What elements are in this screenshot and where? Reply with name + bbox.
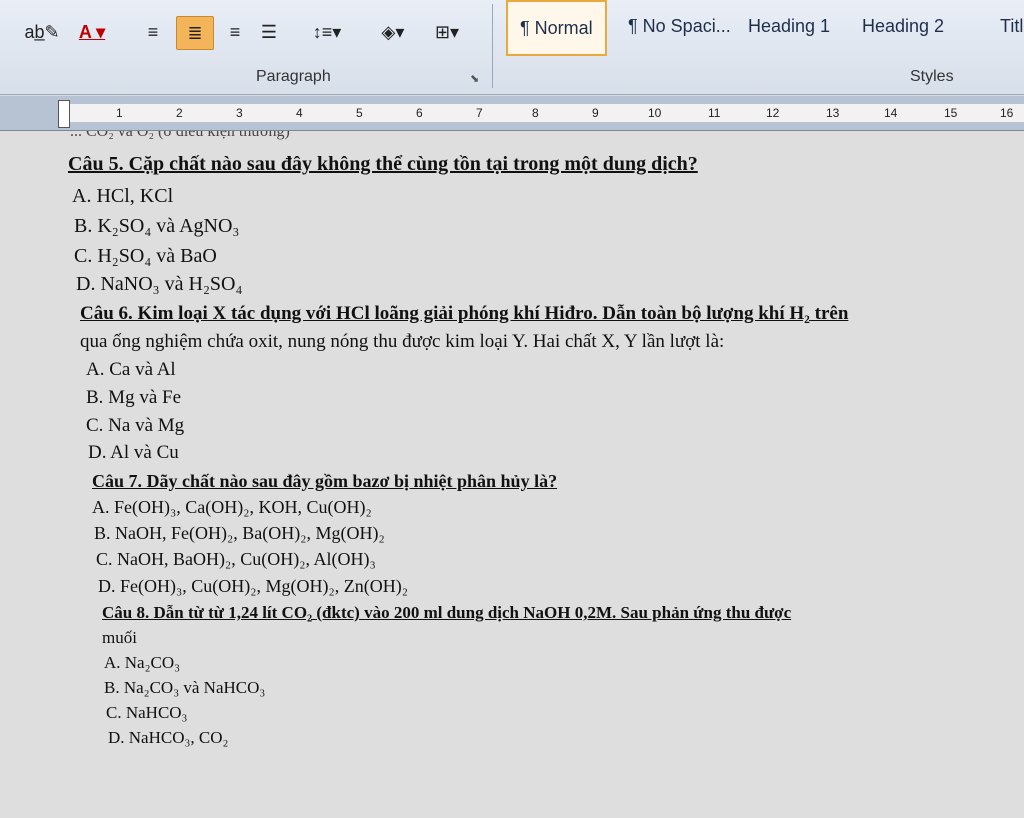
borders-icon[interactable]: ⊞▾ — [424, 16, 470, 48]
answer-5c: C. H₂SO₄ và BaO — [74, 245, 217, 267]
highlight-color-button[interactable]: ab̲✎ — [22, 16, 62, 48]
answer-8a: A. Na₂CO₃ — [104, 653, 181, 672]
partial-line: ... CO₂ và O₂ (ở điều kiện thường) — [70, 131, 290, 140]
question-6-line-1: Câu 6. Kim loại X tác dụng với HCl loãng… — [80, 303, 849, 324]
ruler-number: 3 — [236, 106, 243, 120]
font-color-button[interactable]: A ▾ — [72, 16, 112, 48]
align-left-button[interactable]: ≡ — [138, 16, 168, 48]
question-5: Câu 5. Cặp chất nào sau đây không thể cù… — [68, 153, 698, 175]
ribbon: ab̲✎ A ▾ ≡ ≣ ≡ ☰ ↕≡▾ ◈▾ ⊞▾ ¶ Normal ¶ No… — [0, 0, 1024, 95]
indent-marker[interactable] — [58, 100, 70, 128]
horizontal-ruler[interactable]: 1 2 3 4 5 6 7 8 9 10 11 12 13 14 15 16 — [0, 96, 1024, 131]
style-heading-1[interactable]: Heading 1 — [736, 0, 842, 52]
answer-7d: D. Fe(OH)₃, Cu(OH)₂, Mg(OH)₂, Zn(OH)₂ — [98, 576, 409, 596]
ruler-number: 7 — [476, 106, 483, 120]
question-8-line-1: Câu 8. Dẫn từ từ 1,24 lít CO₂ (đktc) vào… — [102, 603, 792, 622]
answer-7b: B. NaOH, Fe(OH)₂, Ba(OH)₂, Mg(OH)₂ — [94, 523, 385, 543]
ruler-number: 1 — [116, 106, 123, 120]
answer-7a: A. Fe(OH)₃, Ca(OH)₂, KOH, Cu(OH)₂ — [92, 497, 372, 517]
answer-6d: D. Al và Cu — [88, 442, 179, 463]
answer-5a: A. HCl, KCl — [72, 185, 174, 207]
question-6-line-2: qua ống nghiệm chứa oxit, nung nóng thu … — [80, 331, 725, 352]
ruler-number: 11 — [708, 106, 721, 120]
ruler-number: 10 — [648, 106, 662, 120]
style-heading-2[interactable]: Heading 2 — [850, 0, 956, 52]
align-right-button[interactable]: ≡ — [220, 16, 250, 48]
ruler-number: 13 — [826, 106, 840, 120]
ribbon-divider — [492, 4, 493, 88]
ruler-number: 9 — [592, 106, 599, 120]
styles-group-label: Styles — [910, 68, 954, 85]
answer-7c: C. NaOH, BaOH)₂, Cu(OH)₂, Al(OH)₃ — [96, 549, 376, 569]
paragraph-launcher-icon[interactable]: ⬊ — [470, 72, 479, 85]
answer-5b: B. K₂SO₄ và AgNO₃ — [74, 215, 240, 237]
answer-8d: D. NaHCO₃, CO₂ — [108, 728, 229, 747]
question-8-line-2: muối — [102, 628, 137, 647]
ruler-number: 15 — [944, 106, 958, 120]
shading-icon[interactable]: ◈▾ — [370, 16, 416, 48]
paragraph-group-label: Paragraph — [256, 68, 331, 85]
line-spacing-icon[interactable]: ↕≡▾ — [302, 16, 352, 48]
style-normal[interactable]: ¶ Normal — [506, 0, 607, 56]
ruler-number: 12 — [766, 106, 780, 120]
ruler-number: 8 — [532, 106, 539, 120]
ruler-number: 4 — [296, 106, 303, 120]
answer-8b: B. Na₂CO₃ và NaHCO₃ — [104, 678, 266, 697]
ruler-number: 2 — [176, 106, 183, 120]
answer-6c: C. Na và Mg — [86, 415, 185, 436]
ruler-number: 6 — [416, 106, 423, 120]
question-7: Câu 7. Dãy chất nào sau đây gồm bazơ bị … — [92, 471, 558, 491]
align-center-button[interactable]: ≣ — [176, 16, 214, 50]
ruler-number: 5 — [356, 106, 363, 120]
style-no-spacing[interactable]: ¶ No Spaci... — [616, 0, 743, 52]
answer-6a: A. Ca và Al — [86, 359, 176, 380]
answer-6b: B. Mg và Fe — [86, 387, 181, 408]
ruler-bar — [60, 104, 1024, 122]
document-page[interactable]: ... CO₂ và O₂ (ở điều kiện thường) Câu 5… — [0, 131, 1024, 818]
style-title[interactable]: Titl — [988, 0, 1024, 52]
justify-button[interactable]: ☰ — [254, 16, 284, 48]
ruler-number: 16 — [1000, 106, 1014, 120]
answer-8c: C. NaHCO₃ — [106, 703, 188, 722]
ruler-number: 14 — [884, 106, 898, 120]
answer-5d: D. NaNO₃ và H₂SO₄ — [76, 273, 243, 295]
